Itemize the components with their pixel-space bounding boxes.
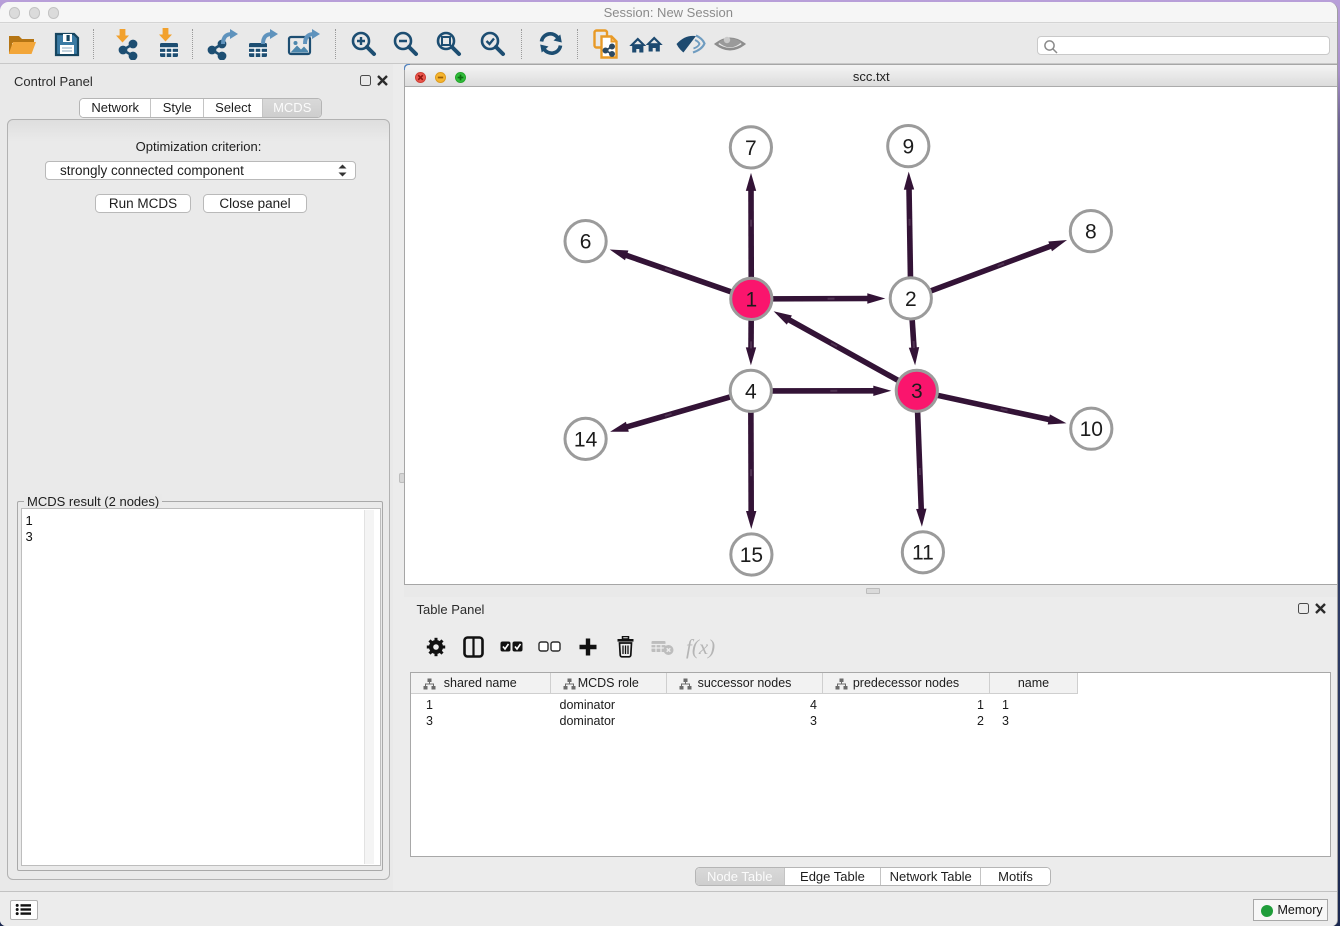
svg-text:7: 7 [745, 136, 757, 159]
svg-text:6: 6 [580, 230, 592, 253]
svg-text:11: 11 [912, 541, 934, 564]
svg-text:14: 14 [574, 428, 598, 451]
svg-text:3: 3 [911, 380, 923, 403]
svg-text:1: 1 [745, 288, 757, 311]
svg-text:9: 9 [902, 135, 914, 158]
svg-text:2: 2 [905, 287, 917, 310]
svg-text:10: 10 [1080, 418, 1103, 441]
svg-text:8: 8 [1085, 220, 1097, 243]
svg-text:4: 4 [745, 380, 757, 403]
svg-text:15: 15 [740, 543, 763, 566]
